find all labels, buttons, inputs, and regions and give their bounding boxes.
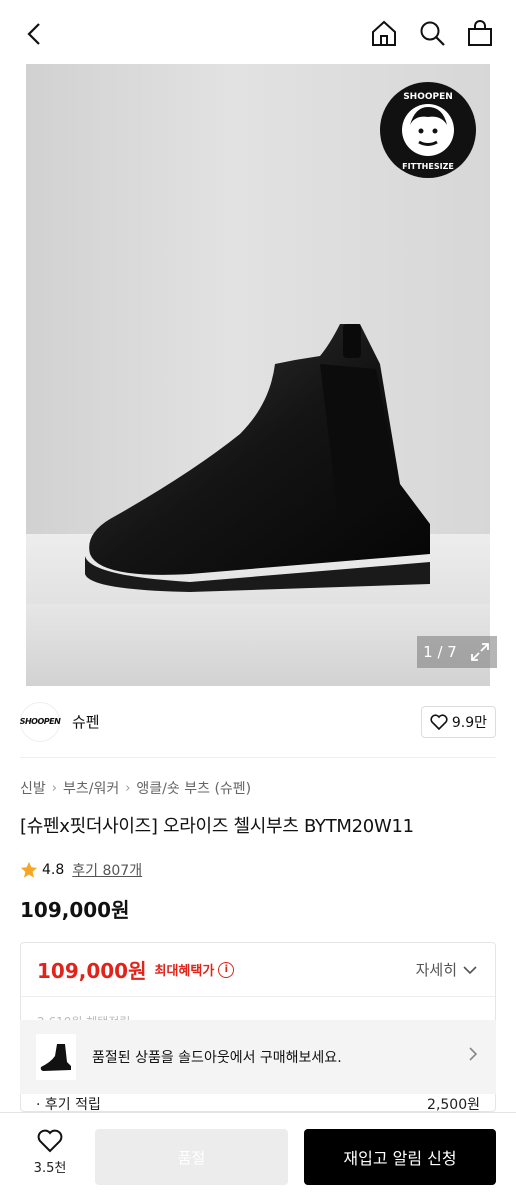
- soldout-button: 품절: [95, 1129, 288, 1185]
- breadcrumb-item[interactable]: 앵클/숏 부츠 (슈펜): [136, 778, 251, 798]
- back-button[interactable]: [18, 18, 50, 50]
- breadcrumb: 신발 › 부츠/워커 › 앵클/숏 부츠 (슈펜): [20, 778, 251, 798]
- chelsea-boot-image: [85, 324, 431, 592]
- benefit-header: 109,000원 최대혜택가 i 자세히: [21, 943, 495, 997]
- image-margin-left: [0, 64, 26, 686]
- brand-name[interactable]: 슈펜: [72, 711, 100, 732]
- review-points-value: 2,500원: [427, 1097, 480, 1113]
- cart-button[interactable]: [464, 16, 496, 50]
- star-icon: [20, 861, 38, 878]
- breadcrumb-item[interactable]: 신발: [20, 778, 46, 798]
- top-bar: [0, 0, 516, 64]
- wishlist-button[interactable]: 3.5천: [22, 1129, 78, 1176]
- soldout-banner[interactable]: 품절된 상품을 솔드아웃에서 구매해보세요.: [20, 1020, 496, 1094]
- shopping-bag-icon: [468, 20, 492, 46]
- image-counter: 1 / 7: [417, 636, 463, 668]
- brand-badge-logo: SHOOPEN FITTHESIZE: [380, 82, 476, 178]
- image-margin-right: [490, 64, 516, 686]
- boot-thumbnail-icon: [40, 1044, 71, 1071]
- wishlist-count: 3.5천: [33, 1161, 67, 1176]
- chevron-right-icon: ›: [125, 780, 131, 796]
- home-icon: [372, 20, 396, 46]
- product-title: [슈펜x핏더사이즈] 오라이즈 첼시부츠 BYTM20W11: [20, 816, 414, 837]
- chevron-down-icon: [463, 965, 477, 974]
- brand-like-button[interactable]: 9.9만: [420, 706, 496, 738]
- benefit-detail-toggle[interactable]: 자세히: [416, 959, 477, 980]
- product-price: 109,000원: [20, 898, 130, 922]
- svg-text:SHOOPEN: SHOOPEN: [403, 92, 453, 102]
- rating-value: 4.8: [42, 862, 65, 878]
- review-points-row: · 후기 적립 2,500원: [36, 1094, 480, 1114]
- info-icon[interactable]: i: [218, 961, 235, 978]
- home-button[interactable]: [368, 16, 400, 50]
- soldout-banner-text: 품절된 상품을 솔드아웃에서 구매해보세요.: [92, 1050, 342, 1066]
- max-benefit-label: 최대혜택가: [154, 964, 215, 979]
- chevron-left-icon: [27, 23, 40, 45]
- bottom-action-bar: 3.5천 품절 재입고 알림 신청: [0, 1112, 516, 1200]
- product-image-carousel[interactable]: SHOOPEN FITTHESIZE 1 / 7: [0, 64, 516, 686]
- detail-label: 자세히: [415, 961, 457, 979]
- review-link[interactable]: 후기 807개: [72, 860, 142, 880]
- search-icon: [420, 21, 445, 46]
- max-benefit-price: 109,000원: [37, 959, 147, 983]
- expand-icon: [471, 643, 489, 661]
- heart-icon: [37, 1129, 63, 1153]
- chevron-right-icon: ›: [51, 780, 57, 796]
- search-button[interactable]: [416, 16, 448, 50]
- restock-alert-button[interactable]: 재입고 알림 신청: [304, 1129, 496, 1185]
- svg-text:FITTHESIZE: FITTHESIZE: [402, 162, 454, 171]
- soldout-product-thumbnail: [36, 1034, 76, 1080]
- brand-face-icon: SHOOPEN FITTHESIZE: [402, 92, 454, 171]
- expand-image-button[interactable]: [463, 636, 497, 668]
- review-points-label: · 후기 적립: [36, 1097, 101, 1113]
- brand-row: SHOOPEN 슈펜 9.9만: [20, 686, 496, 758]
- heart-icon: [430, 714, 448, 730]
- brand-logo[interactable]: SHOOPEN: [19, 701, 61, 742]
- chevron-right-icon: [469, 1047, 478, 1061]
- breadcrumb-item[interactable]: 부츠/워커: [63, 778, 119, 798]
- brand-logo-text: SHOOPEN: [19, 717, 61, 726]
- brand-like-count: 9.9만: [451, 715, 487, 731]
- product-rating: 4.8 후기 807개: [20, 860, 142, 880]
